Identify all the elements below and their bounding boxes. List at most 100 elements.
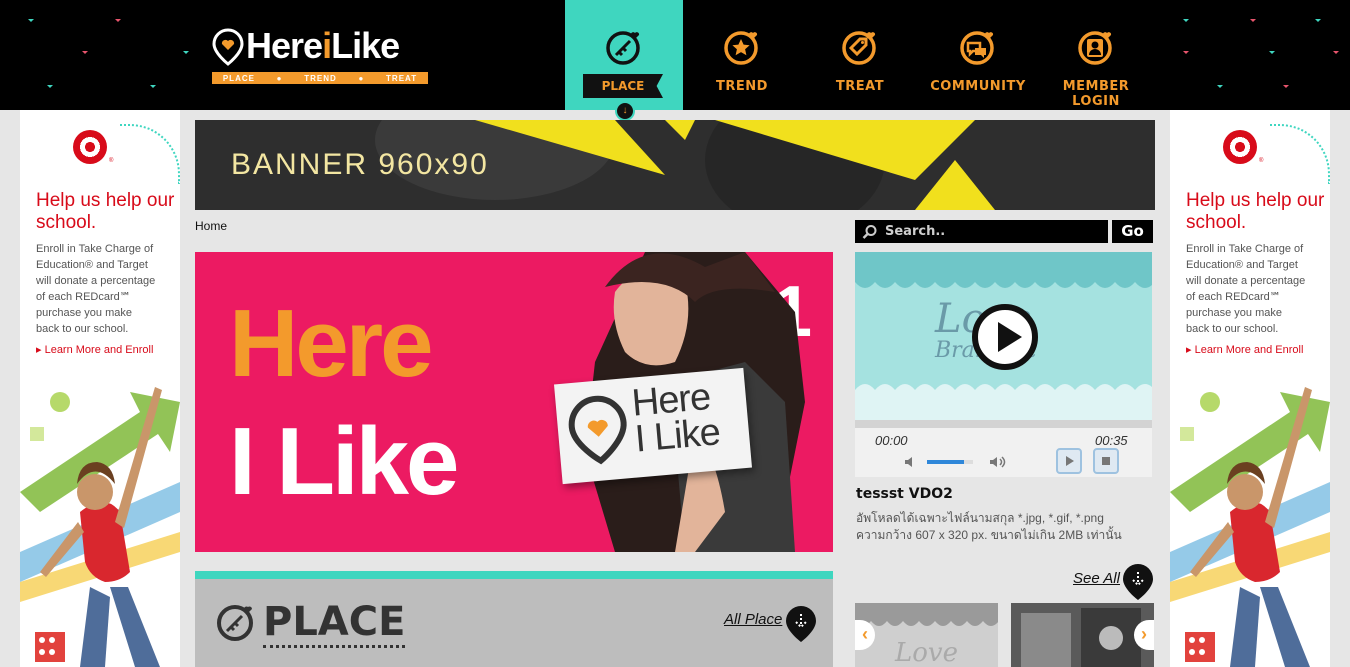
ad-body-line: of each REDcard℠ <box>1186 291 1281 303</box>
ad-learn-more-link[interactable]: ▸ Learn More and Enroll <box>1186 343 1303 356</box>
ad-body-line: Education® and Target <box>1186 259 1298 271</box>
side-ad-right[interactable]: ® Help us help our school. Enroll in Tak… <box>1170 110 1330 667</box>
tagline-separator: ● <box>276 73 283 83</box>
ad-body-line: will donate a percentage <box>36 275 156 287</box>
banner-placeholder-text: BANNER 960x90 <box>231 148 489 181</box>
volume-slider[interactable] <box>927 460 973 464</box>
hero-card-line: I Like <box>633 411 722 461</box>
breadcrumb-home-link[interactable]: Home <box>195 219 227 233</box>
decor-dot <box>1315 19 1321 22</box>
site-header: HereiLike PLACE ● TREND ● TREAT PLACE ↓ … <box>0 0 1350 121</box>
thumbnail-image <box>1011 603 1154 667</box>
download-pin-icon[interactable] <box>1122 563 1154 601</box>
place-icon <box>217 605 253 641</box>
video-desc-line: อัพโหลดได้เฉพาะไฟล์นามสกุล *.jpg, *.gif,… <box>856 511 1104 525</box>
tagline-item: TREND <box>304 73 337 83</box>
trend-icon <box>724 31 758 65</box>
place-section-header: PLACE All Place <box>195 579 833 667</box>
volume-mute-icon[interactable] <box>904 455 918 469</box>
video-progress-bar[interactable] <box>855 420 1152 428</box>
ad-body-line: back to our school. <box>1186 323 1279 335</box>
decor-dot <box>82 51 88 54</box>
nav-label: MEMBER LOGIN <box>1062 79 1130 109</box>
hero-title-line2: I Like <box>229 408 459 515</box>
decor-dot <box>150 85 156 88</box>
top-banner-ad[interactable]: BANNER 960x90 <box>195 120 1155 210</box>
decor-dot <box>1183 19 1189 22</box>
ad-learn-more-label: Learn More and Enroll <box>44 344 154 356</box>
volume-max-icon[interactable] <box>989 455 1007 469</box>
nav-label: TREND <box>716 79 768 94</box>
registered-mark: ® <box>1259 158 1264 164</box>
ad-body-line: back to our school. <box>36 323 129 335</box>
ad-body: Enroll in Take Charge of Education® and … <box>1186 241 1322 337</box>
video-thumbnail[interactable]: Love <box>855 603 998 667</box>
video-stop-button[interactable] <box>1093 448 1119 474</box>
tagline-separator: ● <box>358 73 365 83</box>
download-pin-icon[interactable] <box>785 605 817 643</box>
decor-dot <box>1183 51 1189 54</box>
thumbnail-image: Love <box>855 603 998 667</box>
ad-illustration <box>1170 387 1330 667</box>
hero-logo-card: Here I Like <box>554 367 752 485</box>
ad-body: Enroll in Take Charge of Education® and … <box>36 241 172 337</box>
nav-item-trend[interactable]: TREND <box>683 0 801 110</box>
ad-body-line: purchase you make <box>1186 307 1282 319</box>
member-icon <box>1078 31 1112 65</box>
video-player[interactable]: Love Brandset <box>855 252 1152 420</box>
all-place-link[interactable]: All Place <box>724 611 782 628</box>
ad-body-line: will donate a percentage <box>1186 275 1306 287</box>
decor-dot <box>1269 51 1275 54</box>
side-ad-left[interactable]: ® Help us help our school. Enroll in Tak… <box>20 110 180 667</box>
logo-tagline: PLACE ● TREND ● TREAT <box>212 72 428 84</box>
decor-dot <box>47 85 53 88</box>
place-icon <box>606 31 640 65</box>
hero-slider[interactable]: Here I Like 1 Here I Like <box>195 252 833 552</box>
ad-body-line: Enroll in Take Charge of <box>1186 243 1304 255</box>
search-go-button[interactable]: Go <box>1112 220 1153 243</box>
decor-dashed-line <box>1270 124 1330 184</box>
ad-headline: Help us help our school. <box>36 190 175 233</box>
video-total-time: 00:35 <box>1095 433 1128 448</box>
tagline-item: PLACE <box>222 73 255 83</box>
breadcrumb: Home <box>195 219 227 233</box>
ad-learn-more-link[interactable]: ▸ Learn More and Enroll <box>36 343 153 356</box>
tagline-item: TREAT <box>386 73 418 83</box>
ad-headline: Help us help our school. <box>1186 190 1325 233</box>
see-all-link[interactable]: See All <box>1073 570 1120 587</box>
video-play-button[interactable] <box>1056 448 1082 474</box>
video-thumbnail[interactable] <box>1011 603 1154 667</box>
nav-label: TREAT <box>835 79 885 94</box>
search-icon <box>862 225 877 239</box>
decor-dot <box>28 19 34 22</box>
ad-body-line: purchase you make <box>36 307 132 319</box>
logo-text-before: Here <box>246 25 323 66</box>
nav-active-label: PLACE <box>583 74 663 98</box>
place-section-accent-bar <box>195 571 833 579</box>
decor-dot <box>1333 51 1339 54</box>
video-play-overlay-button[interactable] <box>972 304 1038 370</box>
volume-slider-fill <box>927 460 964 464</box>
nav-item-member-login[interactable]: MEMBER LOGIN <box>1037 0 1155 110</box>
stop-icon <box>1102 457 1110 465</box>
logo-text-after: Like <box>331 25 400 66</box>
decor-dot <box>1250 19 1256 22</box>
community-icon <box>960 31 994 65</box>
decor-dot <box>115 19 121 22</box>
decor-dot <box>1283 85 1289 88</box>
play-icon <box>1066 456 1074 466</box>
nav-item-community[interactable]: COMMUNITY <box>919 0 1037 110</box>
hero-card-text: Here I Like <box>630 376 722 461</box>
search-input[interactable] <box>855 220 1108 243</box>
video-description: อัพโหลดได้เฉพาะไฟล์นามสกุล *.jpg, *.gif,… <box>856 510 1152 544</box>
hero-title-line1: Here <box>229 290 433 397</box>
nav-item-place[interactable]: PLACE ↓ <box>565 0 683 121</box>
site-logo[interactable]: HereiLike PLACE ● TREND ● TREAT <box>212 26 430 86</box>
nav-active-arrow-icon: ↓ <box>615 101 635 121</box>
nav-item-treat[interactable]: TREAT <box>801 0 919 110</box>
place-section-title: PLACE <box>263 599 406 648</box>
target-logo <box>1223 130 1257 164</box>
ad-body-line: of each REDcard℠ <box>36 291 131 303</box>
nav-label: COMMUNITY <box>930 79 1026 94</box>
location-heart-icon <box>568 395 627 465</box>
